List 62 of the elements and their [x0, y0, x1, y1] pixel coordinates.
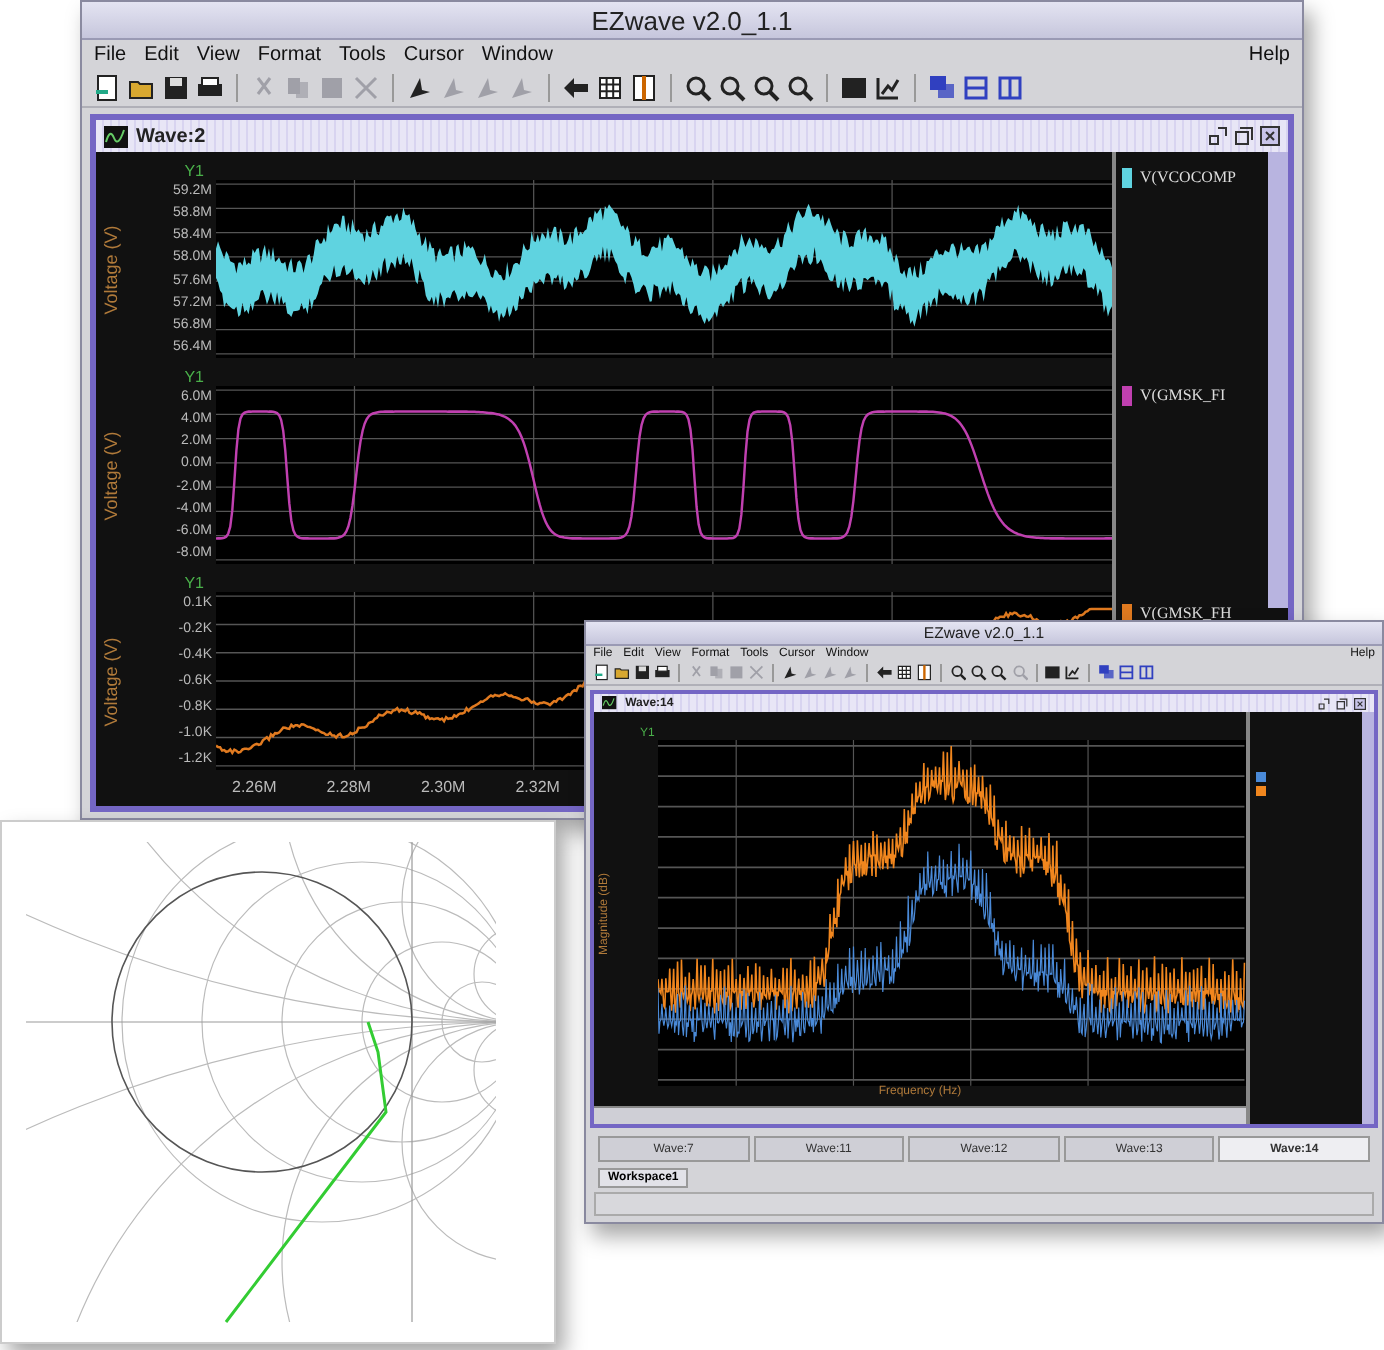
- menu-item[interactable]: Cursor: [403, 44, 464, 66]
- magnifier-icon[interactable]: [752, 74, 780, 102]
- axis-title: Voltage (V): [100, 636, 120, 726]
- restore-icon[interactable]: [1208, 126, 1228, 146]
- split-icon[interactable]: [916, 664, 934, 682]
- grid-icon[interactable]: [896, 664, 914, 682]
- close-icon[interactable]: [1260, 126, 1280, 146]
- legend-label[interactable]: V(GMSK_FI: [1140, 386, 1226, 404]
- axis-label: Y1: [184, 368, 204, 386]
- wave-window-title: Wave:2: [136, 125, 206, 147]
- close-icon[interactable]: [1353, 697, 1366, 710]
- columns-icon[interactable]: [996, 74, 1024, 102]
- chart-icon[interactable]: [874, 74, 902, 102]
- magnifier-icon[interactable]: [786, 74, 814, 102]
- menu-item[interactable]: Tools: [339, 44, 386, 66]
- grid-icon[interactable]: [596, 74, 624, 102]
- axis-title: Voltage (V): [100, 224, 120, 314]
- columns-icon[interactable]: [1138, 664, 1156, 682]
- waveform-icon: [104, 125, 128, 147]
- arrow-icon[interactable]: [876, 664, 893, 682]
- axis-label: Y1: [184, 162, 204, 180]
- split-icon[interactable]: [630, 74, 658, 102]
- menu-item[interactable]: View: [196, 44, 240, 66]
- restore-icon[interactable]: [1317, 697, 1330, 710]
- magnifier-icon[interactable]: [949, 664, 967, 682]
- restore-icon[interactable]: [1335, 697, 1348, 710]
- windows-icon[interactable]: [1097, 664, 1115, 682]
- tick-label: 2.30M: [420, 780, 466, 796]
- cursor-icon[interactable]: [781, 664, 799, 682]
- tick-label: 2.26M: [232, 780, 277, 796]
- scrollbar[interactable]: [1268, 152, 1288, 608]
- printer-icon[interactable]: [654, 664, 672, 682]
- tick-label: 2.32M: [515, 780, 560, 796]
- rows-icon[interactable]: [1118, 664, 1135, 682]
- menu-item[interactable]: Window: [481, 44, 553, 66]
- magnifier-icon[interactable]: [990, 664, 1008, 682]
- restore-icon[interactable]: [1234, 126, 1254, 146]
- menu-item[interactable]: Help: [1248, 44, 1290, 66]
- menu-item[interactable]: Edit: [144, 44, 179, 66]
- rows-icon[interactable]: [962, 74, 990, 102]
- scrollbar[interactable]: [594, 1106, 1246, 1125]
- printer-icon[interactable]: [196, 74, 224, 102]
- arrow-icon[interactable]: [562, 74, 590, 102]
- magnifier-icon[interactable]: [718, 74, 746, 102]
- windows-icon[interactable]: [928, 74, 956, 102]
- menu-item[interactable]: File: [94, 44, 127, 66]
- chart-icon[interactable]: [1064, 664, 1082, 682]
- window-title: EZwave v2.0_1.1: [591, 5, 793, 35]
- legend-label[interactable]: V(VCOCOMP: [1140, 168, 1237, 186]
- magnifier-icon[interactable]: [684, 74, 712, 102]
- legend-label[interactable]: V(GMSK_FH: [1140, 604, 1232, 622]
- document-icon[interactable]: [94, 74, 122, 102]
- axis-label: Y1: [184, 574, 204, 592]
- scrollbar[interactable]: [1361, 712, 1374, 1125]
- cursor-icon[interactable]: [406, 74, 434, 102]
- folder-icon[interactable]: [613, 664, 631, 682]
- magnifier-icon[interactable]: [970, 664, 988, 682]
- tick-label: 2.28M: [326, 780, 371, 796]
- axis-title: Voltage (V): [100, 430, 120, 520]
- waveform-icon: [602, 696, 618, 710]
- menu-item[interactable]: Format: [257, 44, 322, 66]
- document-icon[interactable]: [593, 664, 610, 682]
